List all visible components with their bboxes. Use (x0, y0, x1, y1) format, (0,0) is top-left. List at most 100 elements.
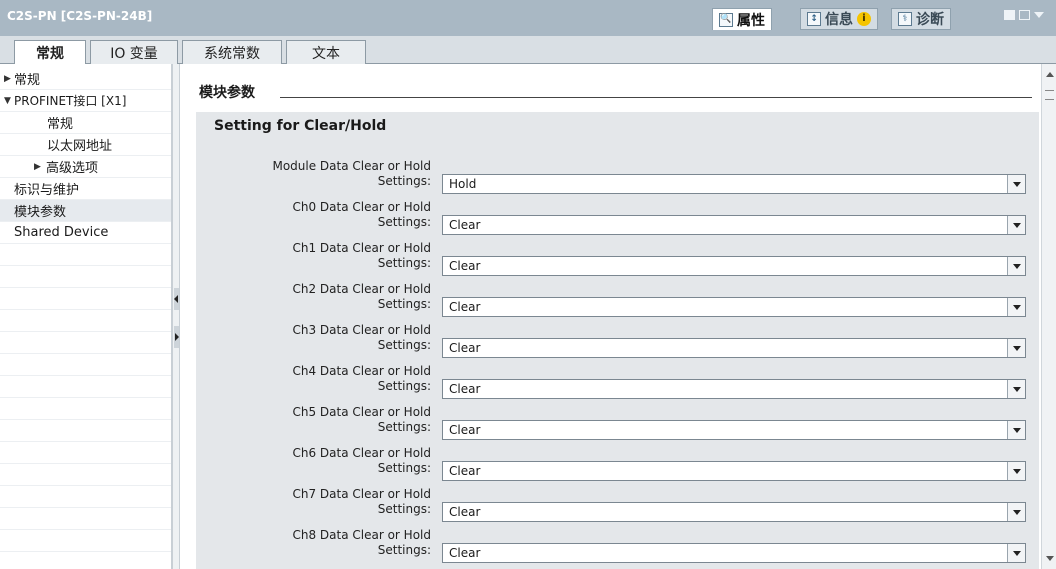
param-row-ch7: Ch7 Data Clear or Hold Settings: Clear (196, 487, 1039, 527)
chevron-down-icon (1012, 550, 1021, 556)
chevron-down-icon (1012, 181, 1021, 187)
scroll-down-icon[interactable] (1046, 556, 1054, 561)
tab-system-constants[interactable]: 系统常数 (182, 40, 282, 64)
tab-diagnostics[interactable]: ⚕ 诊断 (891, 8, 951, 30)
dropdown-button[interactable] (1007, 175, 1025, 193)
section-divider (280, 97, 1032, 98)
collapse-left-button[interactable] (174, 288, 179, 310)
window-title: C2S-PN [C2S-PN-24B] (7, 9, 153, 23)
param-row-ch3: Ch3 Data Clear or Hold Settings: Clear (196, 323, 1039, 363)
sidebar-item-interface-general[interactable]: 常规 (0, 112, 171, 134)
ch1-clear-hold-select[interactable]: Clear (442, 256, 1026, 276)
tab-info[interactable]: ↕ 信息 i (800, 8, 878, 30)
sidebar-item-ethernet-addresses[interactable]: 以太网地址 (0, 134, 171, 156)
tree-empty-row (0, 442, 171, 464)
expand-icon[interactable]: ▶ (34, 162, 44, 172)
dropdown-button[interactable] (1007, 380, 1025, 398)
param-row-ch5: Ch5 Data Clear or Hold Settings: Clear (196, 405, 1039, 445)
tab-general[interactable]: 常规 (14, 40, 86, 65)
ch7-clear-hold-select[interactable]: Clear (442, 502, 1026, 522)
expand-right-button[interactable] (174, 326, 179, 348)
chevron-down-icon (1012, 263, 1021, 269)
chevron-down-icon[interactable] (1034, 12, 1044, 18)
sidebar-item-label: Shared Device (14, 225, 109, 240)
layout-icon[interactable] (1019, 10, 1030, 20)
sidebar-item-module-parameters[interactable]: 模块参数 (0, 200, 171, 222)
ch5-clear-hold-select[interactable]: Clear (442, 420, 1026, 440)
ch0-clear-hold-select[interactable]: Clear (442, 215, 1026, 235)
tree-empty-row (0, 486, 171, 508)
param-label: Ch4 Data Clear or Hold Settings: (292, 364, 431, 393)
tree-empty-row (0, 508, 171, 530)
ch6-clear-hold-select[interactable]: Clear (442, 461, 1026, 481)
param-label: Ch8 Data Clear or Hold Settings: (292, 528, 431, 557)
info-badge-icon: i (857, 12, 871, 26)
select-value: Clear (449, 341, 481, 355)
vertical-scrollbar[interactable] (1041, 64, 1056, 569)
module-parameters-content: 模块参数 Setting for Clear/Hold Module Data … (181, 64, 1041, 569)
tree-empty-row (0, 266, 171, 288)
restore-icon[interactable] (1004, 10, 1015, 20)
param-row-ch8: Ch8 Data Clear or Hold Settings: Clear (196, 528, 1039, 568)
clear-hold-panel: Setting for Clear/Hold Module Data Clear… (196, 112, 1039, 569)
dropdown-button[interactable] (1007, 544, 1025, 562)
ch4-clear-hold-select[interactable]: Clear (442, 379, 1026, 399)
sidebar-item-label: 模块参数 (14, 205, 67, 220)
navigation-tree: ▶ 常规 ▼ PROFINET接口 [X1] 常规 以太网地址 ▶ 高级选项 标… (0, 64, 172, 569)
title-bar: C2S-PN [C2S-PN-24B] 🔍 属性 ↕ 信息 i ⚕ 诊断 (0, 0, 1056, 36)
dropdown-button[interactable] (1007, 339, 1025, 357)
sidebar-item-label: 以太网地址 (47, 139, 113, 154)
param-row-ch6: Ch6 Data Clear or Hold Settings: Clear (196, 446, 1039, 486)
tree-empty-row (0, 354, 171, 376)
select-value: Clear (449, 423, 481, 437)
chevron-down-icon (1012, 304, 1021, 310)
tab-io-tags[interactable]: IO 变量 (90, 40, 178, 64)
dropdown-button[interactable] (1007, 216, 1025, 234)
dropdown-button[interactable] (1007, 257, 1025, 275)
param-row-ch2: Ch2 Data Clear or Hold Settings: Clear (196, 282, 1039, 322)
param-row-module: Module Data Clear or Hold Settings: Hold (196, 159, 1039, 199)
sidebar-item-general[interactable]: ▶ 常规 (0, 68, 171, 90)
sidebar-item-label: 标识与维护 (14, 183, 80, 198)
sidebar-item-profinet-interface[interactable]: ▼ PROFINET接口 [X1] (0, 90, 171, 112)
tree-empty-row (0, 530, 171, 552)
chevron-down-icon (1012, 427, 1021, 433)
select-value: Clear (449, 382, 481, 396)
tab-properties-label: 属性 (737, 12, 765, 29)
tree-empty-row (0, 376, 171, 398)
sidebar-item-shared-device[interactable]: Shared Device (0, 222, 171, 244)
tab-properties[interactable]: 🔍 属性 (712, 8, 772, 30)
chevron-down-icon (1012, 222, 1021, 228)
ch2-clear-hold-select[interactable]: Clear (442, 297, 1026, 317)
param-label: Module Data Clear or Hold Settings: (272, 159, 431, 188)
param-label: Ch5 Data Clear or Hold Settings: (292, 405, 431, 434)
scroll-grip-icon[interactable] (1045, 90, 1054, 100)
sidebar-item-identification-maintenance[interactable]: 标识与维护 (0, 178, 171, 200)
panel-title: Setting for Clear/Hold (214, 118, 387, 134)
module-clear-hold-select[interactable]: Hold (442, 174, 1026, 194)
param-label: Ch6 Data Clear or Hold Settings: (292, 446, 431, 475)
arrow-left-icon (174, 295, 178, 303)
arrow-right-icon (175, 333, 179, 341)
expand-icon[interactable]: ▶ (4, 74, 14, 84)
tree-empty-row (0, 244, 171, 266)
select-value: Clear (449, 464, 481, 478)
ch8-clear-hold-select[interactable]: Clear (442, 543, 1026, 563)
sidebar-item-advanced-options[interactable]: ▶ 高级选项 (0, 156, 171, 178)
pane-splitter[interactable] (172, 64, 180, 569)
tab-texts[interactable]: 文本 (286, 40, 366, 64)
select-value: Clear (449, 546, 481, 560)
scroll-up-icon[interactable] (1046, 72, 1054, 77)
tree-empty-row (0, 398, 171, 420)
select-value: Clear (449, 300, 481, 314)
sidebar-item-label: 高级选项 (46, 161, 99, 176)
dropdown-button[interactable] (1007, 421, 1025, 439)
select-value: Clear (449, 218, 481, 232)
chevron-down-icon (1012, 345, 1021, 351)
dropdown-button[interactable] (1007, 462, 1025, 480)
dropdown-button[interactable] (1007, 298, 1025, 316)
dropdown-button[interactable] (1007, 503, 1025, 521)
main-tab-bar: 常规 IO 变量 系统常数 文本 (0, 36, 1056, 65)
ch3-clear-hold-select[interactable]: Clear (442, 338, 1026, 358)
collapse-icon[interactable]: ▼ (4, 96, 14, 106)
